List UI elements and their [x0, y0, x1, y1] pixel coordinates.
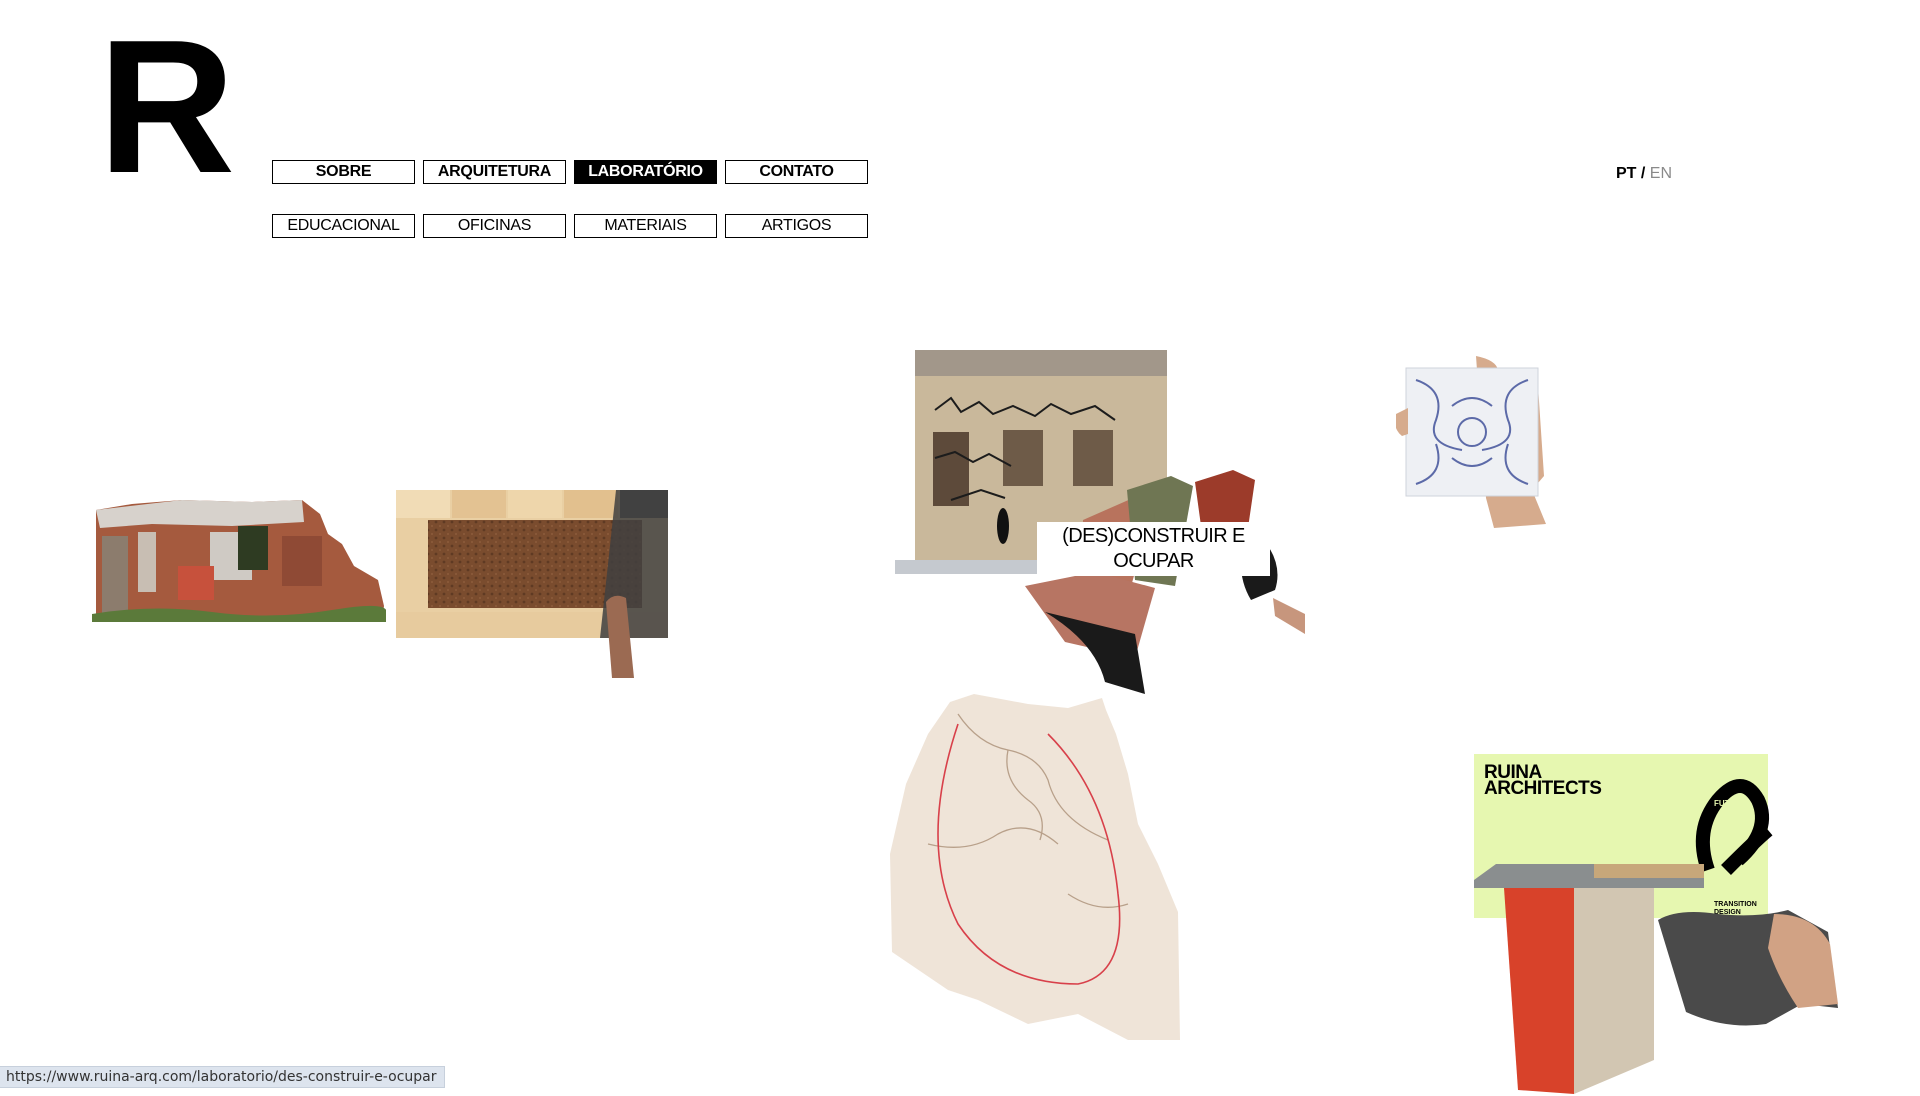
- ruin-wall-image[interactable]: [92, 496, 386, 622]
- poster-loop-text: FUTURE: [1714, 799, 1747, 808]
- nav-artigos[interactable]: ARTIGOS: [725, 214, 868, 238]
- poster-brand-line2: ARCHITECTS: [1484, 778, 1601, 799]
- nav-laboratorio[interactable]: LABORATÓRIO: [574, 160, 717, 184]
- marble-slab-image[interactable]: [888, 694, 1184, 1044]
- primary-nav: SOBRE ARQUITETURA LABORATÓRIO CONTATO: [272, 160, 868, 184]
- azulejo-tile-image[interactable]: [1396, 356, 1552, 528]
- lang-pt-link[interactable]: PT: [1616, 165, 1636, 182]
- nav-sobre[interactable]: SOBRE: [272, 160, 415, 184]
- ruina-architects-image[interactable]: RUINA ARCHITECTS FUTURE TRANSITION DESIG…: [1474, 754, 1838, 1096]
- nav-contato[interactable]: CONTATO: [725, 160, 868, 184]
- nav-arquitetura[interactable]: ARQUITETURA: [423, 160, 566, 184]
- secondary-nav: EDUCACIONAL OFICINAS MATERIAIS ARTIGOS: [272, 214, 868, 238]
- nav-educacional[interactable]: EDUCACIONAL: [272, 214, 415, 238]
- nav-oficinas[interactable]: OFICINAS: [423, 214, 566, 238]
- poster-corner-line1: TRANSITION: [1714, 901, 1757, 908]
- status-bar-url: https://www.ruina-arq.com/laboratorio/de…: [0, 1066, 446, 1088]
- lang-en-link[interactable]: EN: [1650, 165, 1672, 182]
- logo-r[interactable]: R: [98, 12, 235, 202]
- earth-block-image[interactable]: [394, 488, 670, 680]
- featured-project-caption[interactable]: (DES)CONSTRUIR E OCUPAR: [1037, 522, 1270, 576]
- lang-separator: /: [1636, 165, 1650, 182]
- language-switcher: PT / EN: [1616, 165, 1672, 183]
- nav-materiais[interactable]: MATERIAIS: [574, 214, 717, 238]
